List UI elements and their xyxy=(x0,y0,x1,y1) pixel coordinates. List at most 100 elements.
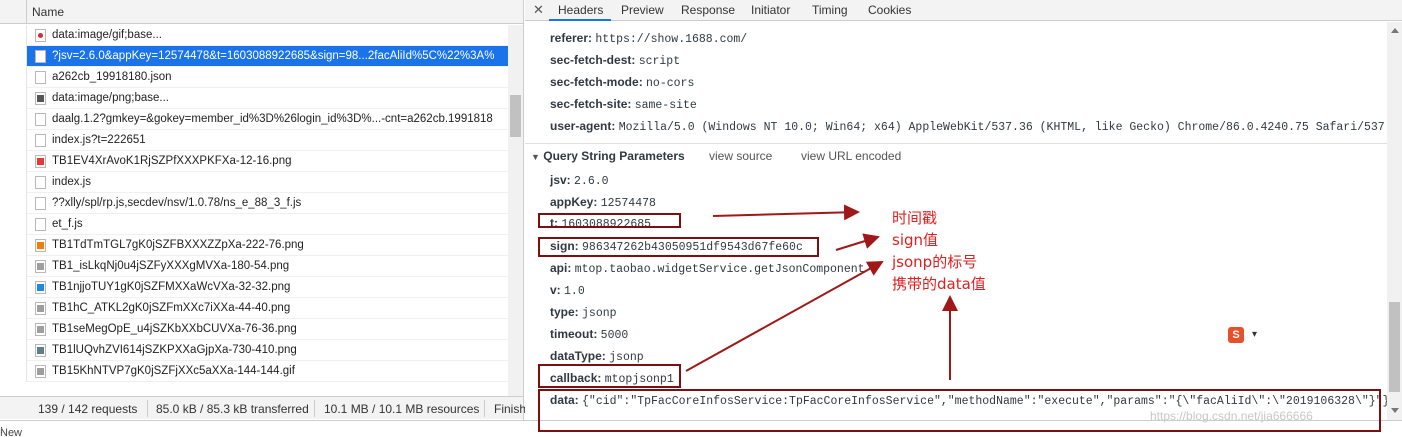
request-name: TB1EV4XrAvoK1RjSZPfXXXPKFXa-12-16.png xyxy=(52,155,292,167)
annotation-sign: sign值 xyxy=(892,231,939,249)
query-string-header[interactable]: ▼ Query String Parameters view source vi… xyxy=(531,149,901,163)
transferred-size: 85.0 kB / 85.3 kB transferred xyxy=(156,402,309,416)
tab-headers[interactable]: Headers xyxy=(558,3,603,17)
request-row[interactable]: daalg.1.2?gmkey=&gokey=member_id%3D%26lo… xyxy=(0,109,508,130)
request-row[interactable]: TB1lUQvhZVI614jSZKPXXaGjpXa-730-410.png xyxy=(0,340,508,361)
header-key: sec-fetch-dest: xyxy=(550,53,636,67)
header-row: referer: https://show.1688.com/ xyxy=(550,31,747,46)
param-key: dataType: xyxy=(550,349,606,363)
ime-badge-icon[interactable]: S xyxy=(1228,327,1244,343)
details-tabbar: ✕ Headers Preview Response Initiator Tim… xyxy=(525,0,1402,21)
row-gutter xyxy=(0,109,27,130)
request-list-scrollbar[interactable] xyxy=(508,25,523,396)
tab-timing[interactable]: Timing xyxy=(812,3,848,17)
triangle-down-icon[interactable]: ▼ xyxy=(531,152,540,162)
request-row[interactable]: TB1seMegOpE_u4jSZKbXXbCUVXa-76-36.png xyxy=(0,319,508,340)
scroll-up-icon[interactable] xyxy=(1391,28,1399,33)
header-key: sec-fetch-site: xyxy=(550,97,632,111)
request-row[interactable]: TB15KhNTVP7gK0jSZFjXXc5aXXa-144-144.gif xyxy=(0,361,508,382)
request-row[interactable]: TB1_isLkqNj0u4jSZFyXXXgMVXa-180-54.png xyxy=(0,256,508,277)
scrollbar-thumb[interactable] xyxy=(1389,302,1400,392)
header-value: no-cors xyxy=(646,77,695,90)
tab-preview[interactable]: Preview xyxy=(621,3,664,17)
name-column-header[interactable]: Name xyxy=(0,0,523,24)
gif-dot-icon xyxy=(35,29,46,42)
row-gutter xyxy=(0,319,27,340)
query-string-title: Query String Parameters xyxy=(543,149,685,163)
annotation-jsonp: jsonp的标号 xyxy=(892,253,978,271)
query-param-row: timeout: 5000 xyxy=(550,327,628,342)
request-row[interactable]: TB1hC_ATKL2gK0jSZFmXXc7iXXa-44-40.png xyxy=(0,298,508,319)
row-gutter xyxy=(0,277,27,298)
view-source-link[interactable]: view source xyxy=(709,149,772,163)
request-name: TB15KhNTVP7gK0jSZFjXXc5aXXa-144-144.gif xyxy=(52,365,295,377)
requests-count: 139 / 142 requests xyxy=(38,402,138,416)
request-name: TB1_isLkqNj0u4jSZFyXXXgMVXa-180-54.png xyxy=(52,260,290,272)
request-row[interactable]: ??xlly/spl/rp.js,secdev/nsv/1.0.78/ns_e_… xyxy=(0,193,508,214)
request-row[interactable]: et_f.js xyxy=(0,214,508,235)
image-icon xyxy=(35,365,46,378)
annotation-box-sign xyxy=(538,237,819,257)
request-list-panel: Name data:image/gif;base... ?jsv=2.6.0&ap… xyxy=(0,0,526,437)
watermark: https://blog.csdn.net/jia666666 xyxy=(1150,409,1313,423)
close-icon[interactable]: ✕ xyxy=(533,2,544,18)
tab-initiator[interactable]: Initiator xyxy=(751,3,790,17)
row-gutter xyxy=(0,46,27,67)
request-name: TB1hC_ATKL2gK0jSZFmXXc7iXXa-44-40.png xyxy=(52,302,291,314)
scrollbar-thumb[interactable] xyxy=(510,95,521,137)
request-name: ??xlly/spl/rp.js,secdev/nsv/1.0.78/ns_e_… xyxy=(52,197,302,209)
param-value: 12574478 xyxy=(600,197,656,210)
tab-response[interactable]: Response xyxy=(681,3,735,17)
ime-caret-icon[interactable]: ▾ xyxy=(1252,329,1257,340)
request-row[interactable]: index.js?t=222651 xyxy=(0,130,508,151)
request-details-panel: ✕ Headers Preview Response Initiator Tim… xyxy=(525,0,1402,420)
section-divider xyxy=(525,143,1387,144)
status-separator xyxy=(484,400,485,417)
request-name: index.js xyxy=(52,176,91,188)
row-gutter xyxy=(0,256,27,277)
request-row[interactable]: data:image/png;base... xyxy=(0,88,508,109)
details-scrollbar[interactable] xyxy=(1387,22,1402,420)
request-row[interactable]: TB1njjoTUY1gK0jSZFMXXaWcVXa-32-32.png xyxy=(0,277,508,298)
request-name: ?jsv=2.6.0&appKey=12574478&t=16030889226… xyxy=(52,50,495,62)
header-value: https://show.1688.com/ xyxy=(595,33,748,46)
query-param-row: appKey: 12574478 xyxy=(550,195,656,210)
request-name: data:image/png;base... xyxy=(52,92,169,104)
image-icon xyxy=(35,92,46,105)
row-gutter xyxy=(0,67,27,88)
row-gutter xyxy=(0,361,27,382)
row-gutter xyxy=(0,25,27,46)
status-separator xyxy=(314,400,315,417)
annotation-timestamp: 时间戳 xyxy=(892,209,938,227)
header-key: referer: xyxy=(550,31,593,45)
scroll-down-icon[interactable] xyxy=(1391,408,1399,413)
image-icon xyxy=(35,302,46,315)
file-icon xyxy=(35,113,46,126)
row-gutter xyxy=(0,130,27,151)
header-row: sec-fetch-site: same-site xyxy=(550,97,697,112)
request-row[interactable]: data:image/gif;base... xyxy=(0,25,508,46)
resources-size: 10.1 MB / 10.1 MB resources xyxy=(324,402,480,416)
tab-cookies[interactable]: Cookies xyxy=(868,3,911,17)
request-row[interactable]: ?jsv=2.6.0&appKey=12574478&t=16030889226… xyxy=(0,46,508,67)
column-divider xyxy=(26,0,27,24)
request-row[interactable]: TB1TdTmTGL7gK0jSZFBXXXZZpXa-222-76.png xyxy=(0,235,508,256)
request-row[interactable]: a262cb_19918180.json xyxy=(0,67,508,88)
row-gutter xyxy=(0,193,27,214)
request-row[interactable]: TB1EV4XrAvoK1RjSZPfXXXPKFXa-12-16.png xyxy=(0,151,508,172)
query-param-row: type: jsonp xyxy=(550,305,617,320)
param-key: type: xyxy=(550,305,579,319)
request-name: TB1njjoTUY1gK0jSZFMXXaWcVXa-32-32.png xyxy=(52,281,291,293)
request-row[interactable]: index.js xyxy=(0,172,508,193)
row-gutter xyxy=(0,151,27,172)
query-param-row: jsv: 2.6.0 xyxy=(550,173,609,188)
status-separator xyxy=(147,400,148,417)
param-value: 2.6.0 xyxy=(574,175,609,188)
query-param-row: v: 1.0 xyxy=(550,283,585,298)
row-gutter xyxy=(0,88,27,109)
image-icon xyxy=(35,281,46,294)
file-icon xyxy=(35,134,46,147)
image-icon xyxy=(35,155,46,168)
request-name: a262cb_19918180.json xyxy=(52,71,172,83)
view-url-encoded-link[interactable]: view URL encoded xyxy=(801,149,901,163)
